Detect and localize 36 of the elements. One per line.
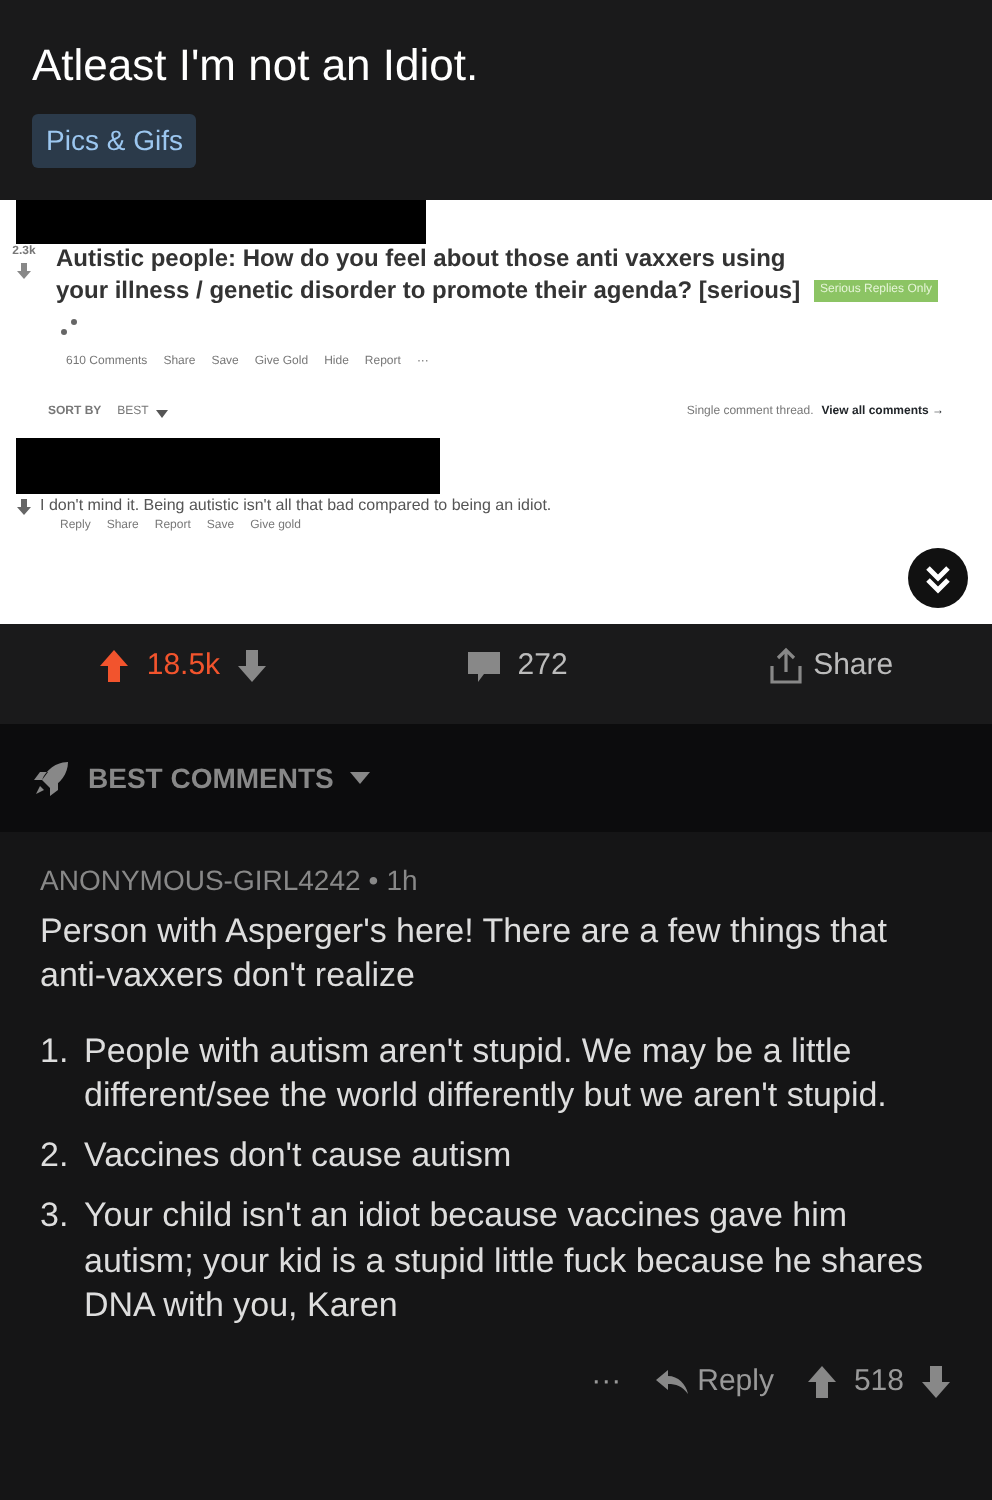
double-chevron-icon bbox=[922, 561, 954, 594]
caret-icon bbox=[349, 772, 370, 784]
comment-author[interactable]: ANONYMOUS-GIRL4242 bbox=[40, 860, 361, 902]
separator-dot: • bbox=[368, 862, 379, 900]
vote-count: 518 bbox=[853, 1361, 904, 1402]
list-number: 1. bbox=[40, 1030, 71, 1075]
comment-text: I don't mind it. Being autistic isn't all that bad compared to being an idiot. bbox=[40, 494, 552, 519]
share-icon bbox=[765, 646, 806, 686]
downvote-icon[interactable] bbox=[16, 497, 32, 516]
comment-text: Person with Asperger's here! There are a few things that anti-vaxxers don't realize bbox=[40, 910, 889, 999]
dots-icon bbox=[60, 318, 80, 339]
upvote-icon[interactable] bbox=[98, 648, 131, 684]
downvote-icon[interactable] bbox=[920, 1364, 952, 1400]
post-title: Autistic people: How do you feel about those anti vaxxers using your illness / genetic disorder to promote their agenda? [serious] bbox=[56, 244, 803, 307]
caret-icon bbox=[156, 409, 169, 418]
comment-text: People with autism aren't stupid. We may be a little different/see the world differently but we aren't stupid. bbox=[84, 1030, 889, 1119]
rocket-icon bbox=[32, 758, 72, 798]
comment-text: Your child isn't an idiot because vaccines gave him autism; your kid is a stupid little fuck because he shares DNA with you, Karen bbox=[84, 1194, 926, 1328]
share-button[interactable]: Share bbox=[765, 643, 894, 689]
upvote-icon[interactable] bbox=[805, 1364, 838, 1400]
post-title: Atleast I'm not an Idiot. bbox=[32, 38, 481, 94]
more-button[interactable]: ··· bbox=[591, 1359, 622, 1405]
comment-time: 1h bbox=[386, 862, 418, 900]
reply-icon bbox=[653, 1368, 690, 1396]
scroll-down-button[interactable] bbox=[908, 548, 968, 608]
comment-text: Vaccines don't cause autism bbox=[84, 1134, 512, 1179]
sort-dropdown[interactable]: BEST COMMENTS bbox=[88, 757, 370, 799]
list-number: 3. bbox=[40, 1194, 71, 1239]
downvote-icon[interactable] bbox=[16, 262, 32, 280]
list-number: 2. bbox=[40, 1134, 71, 1179]
downvote-icon[interactable] bbox=[236, 648, 269, 684]
vote-count: 18.5k bbox=[146, 645, 221, 686]
comments-button[interactable]: 272 bbox=[465, 643, 568, 689]
comment-icon bbox=[465, 649, 502, 683]
flair-tag[interactable]: Pics & Gifs bbox=[32, 114, 197, 168]
reply-button[interactable]: Reply bbox=[653, 1359, 774, 1405]
